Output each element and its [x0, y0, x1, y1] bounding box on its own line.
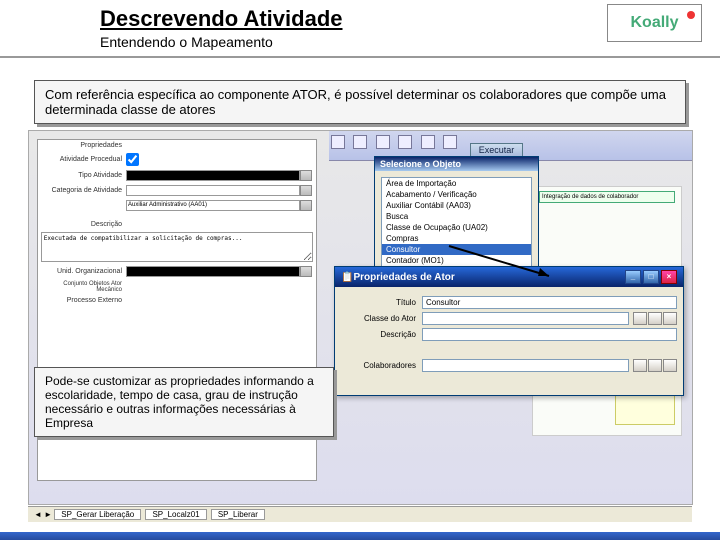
- clear-icon[interactable]: [663, 312, 677, 325]
- activity-form: Propriedades Atividade Procedual Tipo At…: [37, 139, 317, 369]
- callout-bottom: Pode-se customizar as propriedades infor…: [34, 367, 334, 437]
- title-field[interactable]: Consultor: [422, 296, 677, 309]
- status-tab[interactable]: SP_Localz01: [145, 509, 206, 520]
- arrow-annotation: [444, 241, 564, 281]
- tipo-field[interactable]: [126, 170, 300, 181]
- close-icon[interactable]: ×: [661, 270, 677, 284]
- tool-icon[interactable]: [376, 135, 390, 149]
- edit-icon[interactable]: [648, 312, 662, 325]
- brand-logo: Koally: [607, 4, 702, 42]
- list-item[interactable]: Área de Importação: [382, 178, 531, 189]
- tool-icon[interactable]: [443, 135, 457, 149]
- tool-icon[interactable]: [398, 135, 412, 149]
- description-field[interactable]: [422, 328, 677, 341]
- chevron-down-icon[interactable]: [300, 200, 312, 211]
- list-item[interactable]: Acabamento / Verificação: [382, 189, 531, 200]
- edit-icon[interactable]: [648, 359, 662, 372]
- browse-icon[interactable]: [633, 359, 647, 372]
- chevron-down-icon[interactable]: [300, 170, 312, 181]
- chevron-down-icon[interactable]: [300, 185, 312, 196]
- app-screenshot: Executar Integração de dados de colabora…: [28, 130, 693, 505]
- tool-icon[interactable]: [331, 135, 345, 149]
- list-item[interactable]: Auxiliar Contábil (AA03): [382, 200, 531, 211]
- minimize-icon[interactable]: _: [625, 270, 641, 284]
- callout-top: Com referência específica ao componente …: [34, 80, 686, 124]
- procedural-checkbox[interactable]: [126, 153, 139, 166]
- chevron-down-icon[interactable]: [300, 266, 312, 277]
- description-field[interactable]: Executada de compatibilizar a solicitaçã…: [41, 232, 313, 262]
- diagram-node: [615, 395, 675, 425]
- dialog-title: Selecione o Objeto: [375, 157, 538, 171]
- status-tab[interactable]: SP_Gerar Liberação: [54, 509, 141, 520]
- status-bar-tabs: ◄ ► SP_Gerar Liberação SP_Localz01 SP_Li…: [28, 506, 692, 522]
- categoria-field[interactable]: [126, 185, 300, 196]
- execute-button[interactable]: Executar: [470, 143, 524, 157]
- status-tab[interactable]: SP_Liberar: [211, 509, 265, 520]
- browse-icon[interactable]: [633, 312, 647, 325]
- actor-class-field[interactable]: [422, 312, 629, 325]
- categoria-value[interactable]: Auxiliar Administrativo (AA01): [126, 200, 300, 211]
- tool-icon[interactable]: [353, 135, 367, 149]
- clear-icon[interactable]: [663, 359, 677, 372]
- actor-properties-dialog: 📋 Propriedades de Ator _ □ × Título Cons…: [334, 266, 684, 396]
- window-icon: 📋: [341, 272, 353, 283]
- maximize-icon[interactable]: □: [643, 270, 659, 284]
- footer-bar: [0, 532, 720, 540]
- unidade-field[interactable]: [126, 266, 300, 277]
- collaborators-field[interactable]: [422, 359, 629, 372]
- tool-icon[interactable]: [421, 135, 435, 149]
- list-item[interactable]: Busca: [382, 211, 531, 222]
- list-item[interactable]: Classe de Ocupação (UA02): [382, 222, 531, 233]
